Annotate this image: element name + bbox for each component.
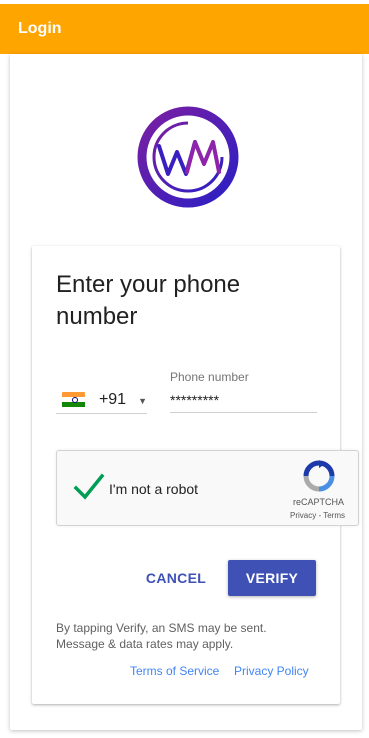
app-bar-title: Login bbox=[18, 20, 62, 37]
verify-button[interactable]: VERIFY bbox=[228, 560, 316, 596]
dropdown-arrow-icon: ▼ bbox=[138, 395, 147, 406]
recaptcha-brand: reCAPTCHA bbox=[293, 497, 345, 507]
cancel-button[interactable]: CANCEL bbox=[138, 560, 214, 596]
recaptcha-label: I'm not a robot bbox=[109, 481, 199, 497]
recaptcha-terms-link[interactable]: Terms bbox=[323, 511, 345, 520]
phone-number-label: Phone number bbox=[170, 370, 249, 384]
recaptcha-logo-icon bbox=[303, 460, 335, 492]
checkmark-icon[interactable] bbox=[73, 473, 105, 501]
recaptcha-separator: - bbox=[318, 511, 322, 520]
app-bar: Login bbox=[0, 4, 369, 54]
privacy-policy-link[interactable]: Privacy Policy bbox=[234, 664, 309, 678]
phone-number-input[interactable] bbox=[170, 387, 317, 413]
recaptcha-privacy-link[interactable]: Privacy bbox=[290, 511, 316, 520]
sms-disclaimer: By tapping Verify, an SMS may be sent. M… bbox=[56, 621, 267, 651]
country-code-select[interactable]: +91 ▼ bbox=[56, 386, 147, 414]
page-heading: Enter your phone number bbox=[56, 271, 241, 330]
dial-code: +91 bbox=[98, 390, 127, 408]
recaptcha-widget: I'm not a robot reCAPTCHA Privacy - Term… bbox=[56, 450, 359, 526]
wm-logo-icon bbox=[137, 106, 239, 208]
recaptcha-links: Privacy - Terms bbox=[290, 511, 345, 520]
india-flag-icon bbox=[62, 391, 85, 408]
terms-of-service-link[interactable]: Terms of Service bbox=[130, 664, 219, 678]
